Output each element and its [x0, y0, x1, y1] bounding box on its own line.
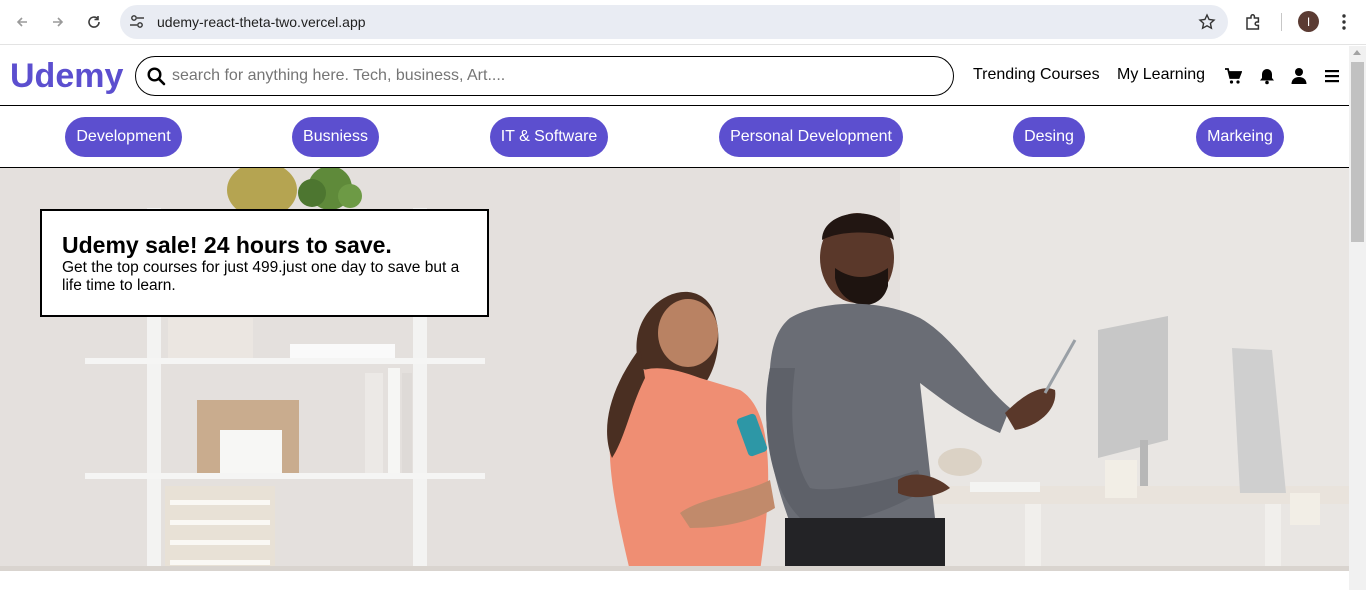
toolbar-divider: [1281, 13, 1282, 31]
menu-icon[interactable]: [1323, 67, 1341, 85]
address-bar[interactable]: udemy-react-theta-two.vercel.app: [120, 5, 1228, 39]
profile-avatar[interactable]: I: [1298, 11, 1319, 32]
reload-icon: [88, 16, 100, 28]
category-design[interactable]: Desing: [1013, 117, 1085, 157]
scroll-up-arrow-icon[interactable]: [1353, 50, 1361, 55]
page-scrollbar[interactable]: [1349, 46, 1366, 590]
user-icon[interactable]: [1290, 67, 1308, 85]
category-personal-development[interactable]: Personal Development: [719, 117, 903, 157]
site-logo[interactable]: Udemy: [10, 57, 123, 96]
site-header: Udemy Trending Courses My Learning: [0, 46, 1349, 106]
url-text[interactable]: udemy-react-theta-two.vercel.app: [157, 14, 366, 30]
trending-courses-link[interactable]: Trending Courses: [973, 66, 1100, 84]
search-icon[interactable]: [146, 66, 166, 86]
bookmark-star-icon[interactable]: [1198, 13, 1216, 31]
back-button[interactable]: [8, 8, 36, 36]
arrow-left-icon: [16, 17, 27, 27]
forward-button[interactable]: [44, 8, 72, 36]
extensions-puzzle-icon[interactable]: [1243, 12, 1263, 32]
promo-title: Udemy sale! 24 hours to save.: [62, 232, 392, 258]
cart-icon[interactable]: [1224, 67, 1242, 85]
category-development[interactable]: Development: [65, 117, 182, 157]
category-bar: Development Busniess IT & Software Perso…: [0, 106, 1349, 168]
category-marketing[interactable]: Markeing: [1196, 117, 1284, 157]
arrow-right-icon: [53, 17, 64, 27]
scroll-thumb[interactable]: [1351, 62, 1364, 242]
bell-icon[interactable]: [1258, 67, 1276, 85]
site-settings-icon[interactable]: [128, 13, 146, 31]
promo-text: Get the top courses for just 499.just on…: [62, 259, 460, 294]
browser-menu-icon[interactable]: [1334, 12, 1354, 32]
search-bar[interactable]: [135, 56, 954, 96]
reload-button[interactable]: [80, 8, 108, 36]
my-learning-link[interactable]: My Learning: [1117, 66, 1205, 84]
search-input[interactable]: [172, 63, 932, 89]
category-it-software[interactable]: IT & Software: [490, 117, 608, 157]
promo-card: Udemy sale! 24 hours to save. Get the to…: [40, 209, 489, 317]
web-page: Udemy Trending Courses My Learning Devel…: [0, 46, 1349, 590]
browser-toolbar: udemy-react-theta-two.vercel.app I: [0, 0, 1366, 45]
hero-banner: Udemy sale! 24 hours to save. Get the to…: [0, 168, 1349, 571]
category-business[interactable]: Busniess: [292, 117, 379, 157]
